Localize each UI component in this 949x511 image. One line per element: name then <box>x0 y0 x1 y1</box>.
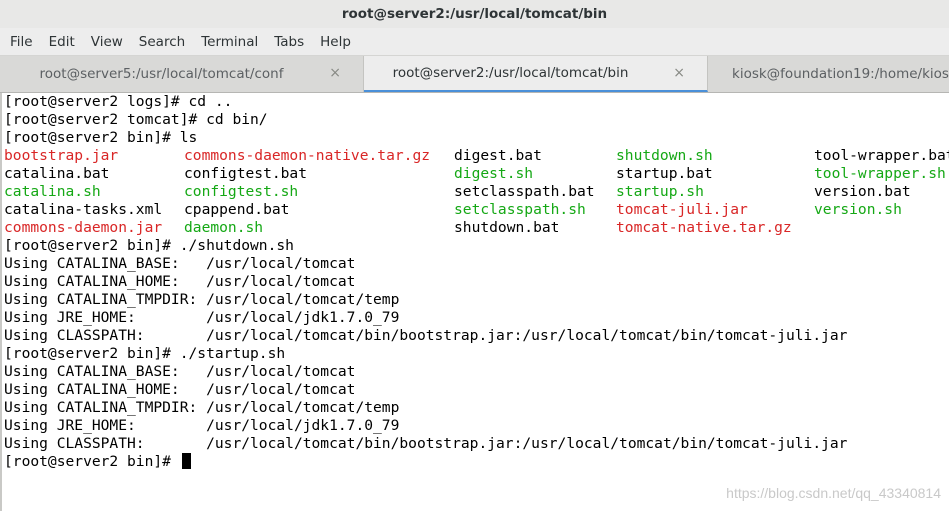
terminal-line: Using CATALINA_BASE: /usr/local/tomcat <box>4 363 356 380</box>
terminal-line: Using CATALINA_TMPDIR: /usr/local/tomcat… <box>4 399 400 416</box>
ls-entry: catalina.bat <box>4 165 110 182</box>
ls-entry: commons-daemon-native.tar.gz <box>184 147 431 164</box>
prompt-text: [root@server2 bin]# <box>4 453 180 470</box>
ls-entry: catalina-tasks.xml <box>4 201 163 218</box>
ls-entry: bootstrap.jar <box>4 147 119 164</box>
terminal-line: Using CLASSPATH: /usr/local/tomcat/bin/b… <box>4 435 848 452</box>
text-cursor <box>181 453 191 469</box>
menu-file[interactable]: File <box>0 34 41 50</box>
ls-entry: shutdown.bat <box>454 219 560 236</box>
terminal-prompt-line[interactable]: [root@server2 bin]# <box>4 453 191 471</box>
window-title: root@server2:/usr/local/tomcat/bin <box>341 6 608 22</box>
ls-entry: tool-wrapper.sh <box>814 165 946 182</box>
menu-bar: File Edit View Search Terminal Tabs Help <box>0 28 949 56</box>
menu-help[interactable]: Help <box>312 34 359 50</box>
menu-search[interactable]: Search <box>131 34 193 50</box>
ls-entry: setclasspath.sh <box>454 201 586 218</box>
ls-entry: setclasspath.bat <box>454 183 595 200</box>
ls-entry: configtest.bat <box>184 165 308 182</box>
ls-entry: tomcat-native.tar.gz <box>616 219 792 236</box>
terminal-output[interactable]: [root@server2 logs]# cd .. [root@server2… <box>0 93 949 511</box>
ls-entry: commons-daemon.jar <box>4 219 163 236</box>
tab-label: root@server5:/usr/local/tomcat/conf <box>39 66 284 82</box>
close-icon[interactable]: × <box>673 65 685 81</box>
tab-server5-conf[interactable]: root@server5:/usr/local/tomcat/conf × <box>0 56 364 92</box>
tab-foundation19-home[interactable]: kiosk@foundation19:/home/kios <box>708 56 949 92</box>
terminal-line: Using CATALINA_BASE: /usr/local/tomcat <box>4 255 356 272</box>
watermark: https://blog.csdn.net/qq_43340814 <box>726 485 941 501</box>
terminal-line: Using CATALINA_HOME: /usr/local/tomcat <box>4 381 356 398</box>
ls-entry: configtest.sh <box>184 183 299 200</box>
ls-entry: shutdown.sh <box>616 147 713 164</box>
ls-entry: version.sh <box>814 201 902 218</box>
terminal-line: [root@server2 bin]# ls <box>4 129 198 146</box>
ls-entry: startup.bat <box>616 165 713 182</box>
ls-entry: cpappend.bat <box>184 201 290 218</box>
terminal-line: [root@server2 tomcat]# cd bin/ <box>4 111 268 128</box>
ls-entry: tool-wrapper.bat <box>814 147 949 164</box>
ls-entry: digest.sh <box>454 165 534 182</box>
ls-entry: digest.bat <box>454 147 542 164</box>
menu-view[interactable]: View <box>83 34 131 50</box>
menu-edit[interactable]: Edit <box>41 34 83 50</box>
terminal-line: Using JRE_HOME: /usr/local/jdk1.7.0_79 <box>4 309 400 326</box>
terminal-line: [root@server2 bin]# ./shutdown.sh <box>4 237 294 254</box>
ls-entry: startup.sh <box>616 183 704 200</box>
menu-terminal[interactable]: Terminal <box>193 34 266 50</box>
tab-label: kiosk@foundation19:/home/kios <box>732 66 949 82</box>
tab-label: root@server2:/usr/local/tomcat/bin <box>392 65 629 81</box>
ls-entry: catalina.sh <box>4 183 101 200</box>
terminal-line: [root@server2 logs]# cd .. <box>4 93 233 110</box>
terminal-line: Using CATALINA_HOME: /usr/local/tomcat <box>4 273 356 290</box>
ls-entry: tomcat-juli.jar <box>616 201 748 218</box>
tab-bar: root@server5:/usr/local/tomcat/conf × ro… <box>0 56 949 93</box>
close-icon[interactable]: × <box>329 65 341 81</box>
terminal-line: Using CLASSPATH: /usr/local/tomcat/bin/b… <box>4 327 848 344</box>
tab-server2-bin[interactable]: root@server2:/usr/local/tomcat/bin × <box>364 56 708 92</box>
window-titlebar[interactable]: root@server2:/usr/local/tomcat/bin <box>0 0 949 28</box>
terminal-line: Using JRE_HOME: /usr/local/jdk1.7.0_79 <box>4 417 400 434</box>
ls-entry: version.bat <box>814 183 911 200</box>
menu-tabs[interactable]: Tabs <box>266 34 312 50</box>
ls-entry: daemon.sh <box>184 219 264 236</box>
terminal-line: [root@server2 bin]# ./startup.sh <box>4 345 286 362</box>
terminal-line: Using CATALINA_TMPDIR: /usr/local/tomcat… <box>4 291 400 308</box>
